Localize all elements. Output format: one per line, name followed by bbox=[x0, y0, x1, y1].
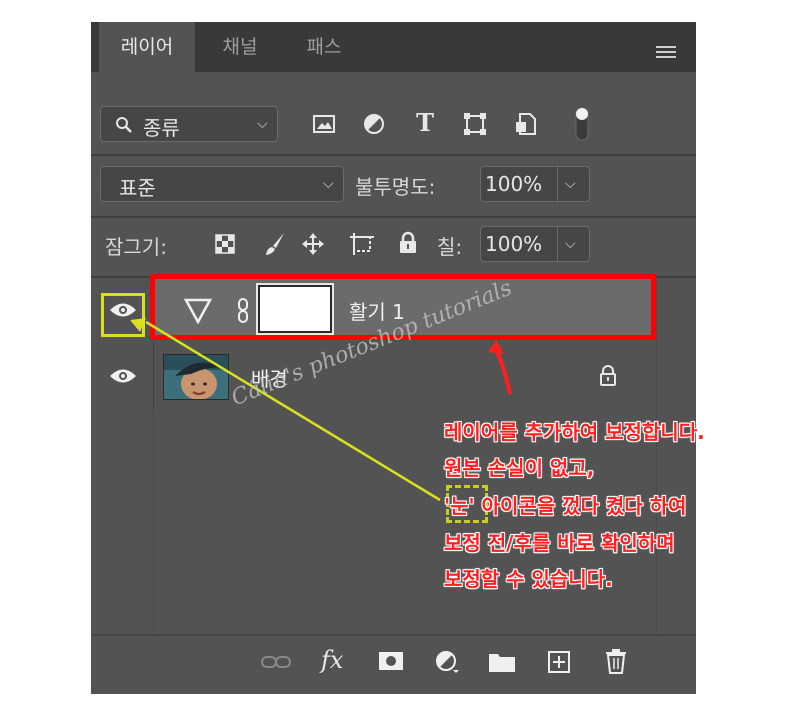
yellow-pointer-arrow bbox=[145, 320, 441, 502]
annotation-line-5: 보정할 수 있습니다. bbox=[444, 567, 613, 591]
red-pointer-arrow bbox=[495, 351, 512, 395]
yellow-arrowhead bbox=[130, 318, 146, 332]
annotation-line-1: 레이어를 추가하여 보정합니다. bbox=[444, 420, 705, 444]
annotation-line-2: 원본 손실이 없고, bbox=[444, 456, 595, 480]
annotation-line-4: 보정 전/후를 바로 확인하며 bbox=[444, 531, 675, 555]
annotation-arrows bbox=[130, 318, 512, 502]
annotation-line-3: '눈' 아이콘을 껐다 켰다 하여 bbox=[444, 494, 687, 518]
red-arrowhead bbox=[488, 340, 504, 354]
